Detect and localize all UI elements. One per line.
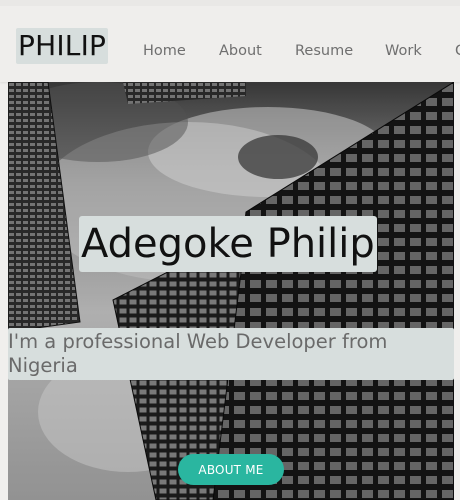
hero-background-image: [8, 82, 454, 500]
site-logo[interactable]: PHILIP: [16, 28, 109, 64]
nav-link-resume[interactable]: Resume: [295, 42, 353, 60]
nav-link-contact[interactable]: C: [455, 42, 460, 60]
hero-subtitle: I'm a professional Web Developer from Ni…: [8, 328, 454, 380]
nav-link-about[interactable]: About: [219, 42, 262, 60]
nav-link-work[interactable]: Work: [385, 42, 422, 60]
top-navigation-bar: PHILIP Home About Resume Work C: [0, 0, 460, 82]
page: PHILIP Home About Resume Work C: [0, 0, 460, 500]
nav-link-home[interactable]: Home: [143, 42, 186, 60]
hero-section: Adegoke Philip I'm a professional Web De…: [8, 82, 454, 500]
hero-title: Adegoke Philip: [79, 216, 377, 272]
about-me-button[interactable]: ABOUT ME: [178, 454, 284, 485]
